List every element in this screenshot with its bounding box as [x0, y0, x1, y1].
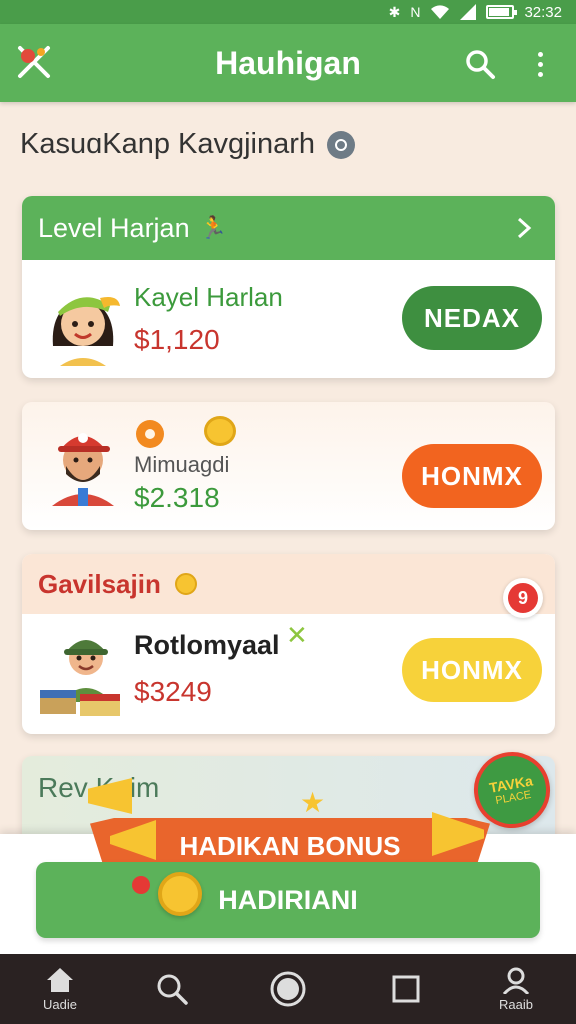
profile-icon: [502, 967, 530, 994]
cell-signal-icon: [460, 4, 477, 20]
more-dot-icon: [537, 51, 543, 57]
card-header-level[interactable]: Level Harjan 🏃: [22, 196, 555, 260]
section-title: KasuɑKanp Kavgjinarh: [20, 128, 356, 161]
claim-button-honmx-yellow[interactable]: HONMX: [402, 638, 542, 702]
coin-icon: [174, 573, 197, 595]
home-icon: [47, 968, 73, 992]
nav-profile-label: Raaib: [499, 997, 533, 1012]
search-icon: [157, 974, 188, 1005]
apple-icon: [132, 876, 150, 894]
search-button[interactable]: [460, 44, 500, 84]
nav-home-label: Uadie: [43, 997, 77, 1012]
avatar-delivery-man-icon: [40, 640, 120, 716]
card-header-gavilsajin[interactable]: Gavilsajin 9: [22, 554, 555, 618]
card-body: Kayel Harlan $1,120 NEDAX: [22, 260, 555, 378]
offer-card-2[interactable]: Mimuagdi $2.318 HONMX: [22, 402, 555, 530]
circle-icon: [270, 971, 306, 1007]
offer-card-1[interactable]: Level Harjan 🏃 Kayel Harlan $1,120 NEDAX: [22, 196, 555, 378]
bottom-nav: Uadie Raaib: [0, 954, 576, 1024]
bonus-ribbon-text: HADIKAN BONUS: [179, 830, 401, 861]
offer-name: Mimuagdi: [134, 452, 230, 477]
more-dot-icon: [537, 61, 543, 67]
nav-recents[interactable]: [366, 954, 446, 1024]
notification-badge[interactable]: 9: [503, 578, 543, 618]
chevron-right-icon: [517, 217, 532, 239]
card-header-title: Gavilsajin: [38, 568, 161, 599]
more-options-button[interactable]: [524, 44, 556, 84]
nav-home-circle[interactable]: [248, 954, 328, 1024]
battery-level: [489, 8, 510, 16]
no-signal-icon: N: [410, 4, 421, 20]
nav-search[interactable]: [132, 954, 212, 1024]
nav-profile[interactable]: Raaib: [476, 954, 556, 1024]
nav-home[interactable]: Uadie: [20, 954, 100, 1024]
claim-button-nedax[interactable]: NEDAX: [402, 286, 542, 350]
avatar-woman-icon: [52, 297, 120, 366]
location-pin-icon[interactable]: [327, 130, 356, 159]
offer-price: $3249: [134, 676, 212, 707]
offer-name: Rotlomyaal: [134, 630, 280, 660]
offer-name: Kayel Harlan: [134, 282, 283, 312]
offer-card-3[interactable]: Gavilsajin 9 Rotlomyaal ✕ $3249 HONMX: [22, 554, 555, 734]
search-icon: [466, 50, 495, 79]
runner-icon: 🏃: [199, 215, 227, 240]
status-time: 32:32: [524, 3, 562, 21]
coin-gold-icon: [204, 416, 236, 446]
coin-orange-icon: [136, 420, 164, 448]
claim-bonus-button[interactable]: HADIRIANI: [36, 862, 540, 938]
star-icon: ★: [300, 787, 326, 818]
claim-button-honmx[interactable]: HONMX: [402, 444, 542, 508]
battery-icon: [486, 5, 518, 19]
coin-big-icon: [158, 872, 202, 916]
bluetooth-icon: ✱: [388, 3, 401, 20]
avatar-man-cap-icon: [52, 433, 114, 506]
tools-icon: ✕: [286, 620, 308, 650]
status-bar: ✱ N 32:32: [0, 0, 576, 24]
offer-price: $2.318: [134, 482, 220, 513]
card-body: Rotlomyaal ✕ $3249 HONMX: [22, 614, 555, 734]
app-bar: Hauhigan: [0, 24, 576, 102]
app-title: Hauhigan: [215, 44, 361, 81]
square-icon: [392, 975, 420, 1003]
card-header-title: Level Harjan: [38, 212, 190, 243]
wifi-icon: [431, 5, 450, 19]
section-title-text: KasuɑKanp Kavgjinarh: [20, 128, 316, 160]
offer-price: $1,120: [134, 324, 220, 355]
app-logo-icon[interactable]: [14, 42, 54, 82]
claim-bonus-label: HADIRIANI: [218, 884, 358, 915]
more-dot-icon: [537, 71, 543, 77]
notification-count: 9: [508, 583, 538, 613]
